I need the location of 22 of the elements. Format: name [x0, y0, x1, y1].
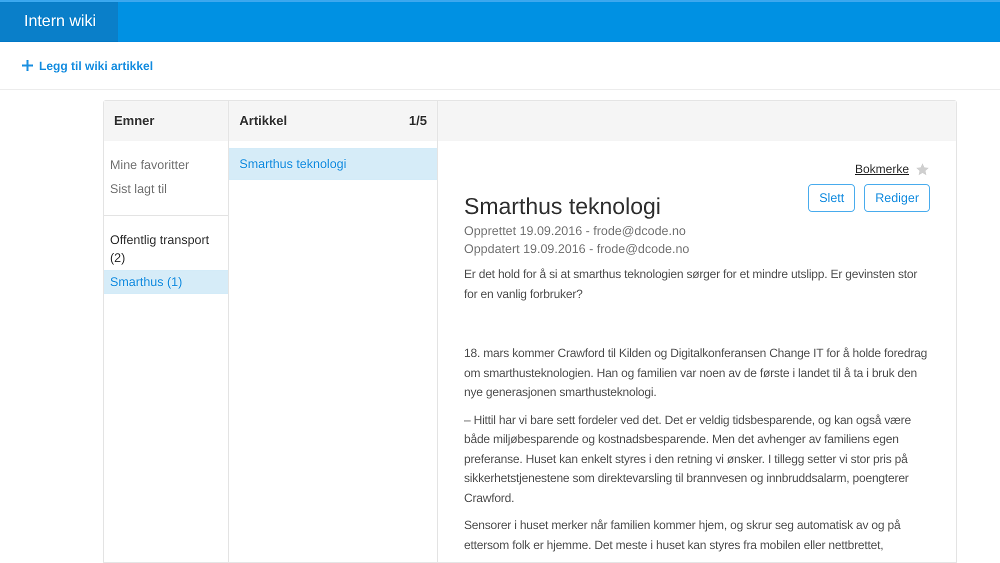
star-icon[interactable]: [915, 162, 930, 176]
action-button[interactable]: Rediger: [864, 184, 930, 212]
bookmark-link[interactable]: Bokmerke: [854, 160, 909, 178]
topic-item[interactable]: Sist lagt til: [104, 177, 228, 201]
article-title: Smarthus teknologi: [464, 192, 661, 220]
column-heading: Emner: [114, 112, 154, 130]
article-meta: Opprettet 19.09.2016 - frode@dcode.no: [464, 223, 687, 240]
topic-item[interactable]: Mine favoritter: [104, 153, 228, 177]
add-article-link[interactable]: Legg til wiki artikkel: [22, 56, 154, 74]
plus-icon: [22, 60, 33, 71]
article-intro: Er det hold for å si at smarthus teknologien sørger for et mindre utslipp. Er gevinsten stor for en vanlig forbruker?: [464, 266, 918, 303]
article-paragraph: 18. mars kommer Crawford til Kilden og Digitalkonferansen Change IT for å holde foredrag om smarthusteknologien. Han og familien var noen av de første i landet til å ta i bruk den nye generasjonen smarthusteknologi.: [464, 345, 928, 401]
action-button[interactable]: Slett: [808, 184, 856, 212]
article-paragraph: Sensorer i huset merker når familien kommer hjem, og skrur seg automatisk av og på ettersom folk er hjemme. Det meste i huset kan styres fra mobilen eller nettbrettet,: [464, 517, 902, 554]
column-heading: Artikkel: [239, 112, 288, 130]
article-item[interactable]: Smarthus teknologi: [229, 148, 437, 180]
app-title[interactable]: Intern wiki: [0, 2, 118, 42]
topic-item[interactable]: Smarthus (1): [104, 270, 228, 294]
article-meta: Oppdatert 19.09.2016 - frode@dcode.no: [464, 241, 690, 258]
topic-item[interactable]: Offentlig transport (2): [104, 228, 228, 270]
article-paragraph: – Hittil har vi bare sett fordeler ved det. Det er veldig tidsbesparende, og kan også være både miljøbesparende og kostnadsbesparende. Men det avhenger av familiens egen preferanse. Huset kan enkelt styres i den retning vi ønsker. I tillegg setter vi stor pris på sikkerhetstjenestene som direktevarsling til brannvesen og innbruddsalarm, poengterer Crawford.: [464, 412, 912, 506]
article-count: 1/5: [408, 112, 427, 130]
